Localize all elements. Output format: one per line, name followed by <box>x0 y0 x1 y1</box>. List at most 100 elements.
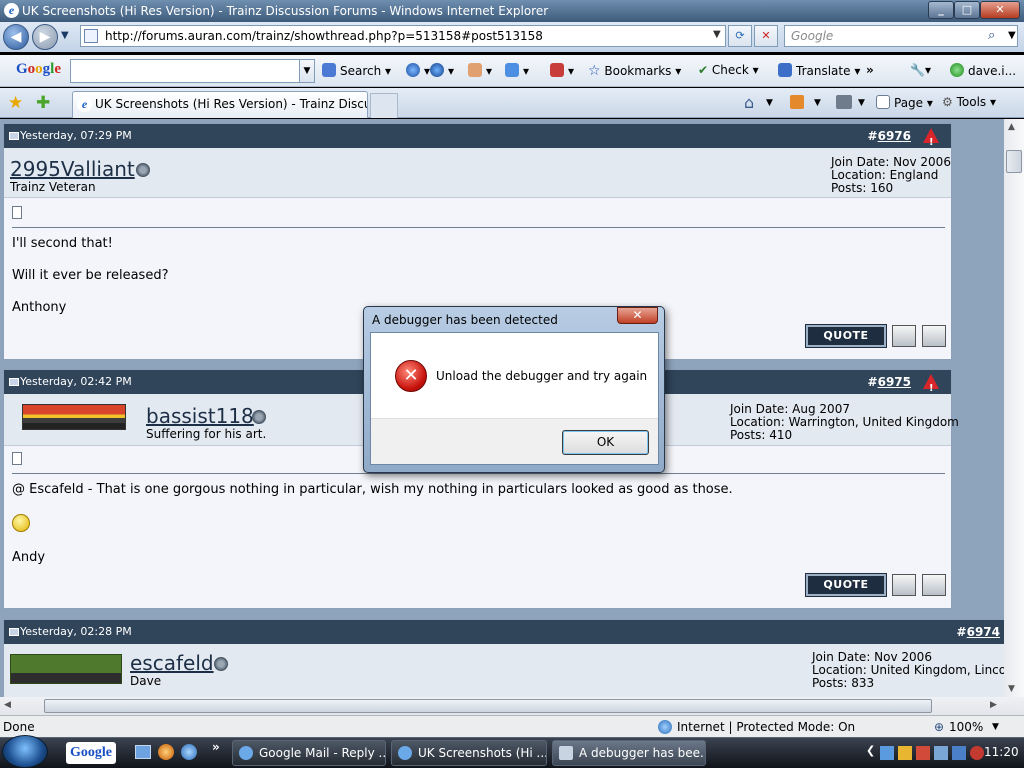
earth-icon[interactable]: ▾ <box>430 63 454 78</box>
home-icon[interactable]: ⌂ <box>744 93 754 112</box>
multi-quote-icon[interactable] <box>892 325 916 347</box>
maximize-button[interactable]: □ <box>954 1 980 19</box>
search-icon[interactable]: ⌕ <box>988 28 995 43</box>
new-tab-button[interactable] <box>370 93 398 118</box>
translate-button[interactable]: Translate ▾ <box>778 63 860 78</box>
vertical-scroll-thumb[interactable] <box>1006 150 1022 173</box>
system-tray <box>880 744 992 762</box>
post-count: Posts: 410 <box>730 428 793 442</box>
quick-reply-icon[interactable] <box>922 574 946 596</box>
wrench-icon[interactable]: 🔧▾ <box>910 63 931 77</box>
scroll-up-icon[interactable]: ▲ <box>1008 122 1015 132</box>
zoom-icon: ⊕ <box>934 720 945 734</box>
report-post-warning-icon[interactable] <box>923 128 939 155</box>
firefox-quicklaunch-icon[interactable] <box>158 744 174 760</box>
security-zone[interactable]: Internet | Protected Mode: On <box>677 720 855 734</box>
ie-logo-icon: e <box>4 3 19 18</box>
google-mail-app-icon <box>239 746 253 760</box>
post-number-link[interactable]: #6976 <box>868 124 911 148</box>
taskbar-item-debugger-dialog[interactable]: A debugger has bee... <box>552 740 706 766</box>
scroll-down-icon[interactable]: ▼ <box>1008 684 1015 694</box>
folder-tray-icon[interactable] <box>898 746 912 760</box>
horizontal-scroll-thumb[interactable] <box>44 699 932 713</box>
bookmark-tool-icon[interactable]: ▾ <box>468 63 492 78</box>
post-status-icon <box>9 378 19 386</box>
forum-post-6974: Yesterday, 02:28 PM #6974 escafeld Dave … <box>3 619 1004 697</box>
ok-button[interactable]: OK <box>562 430 649 455</box>
start-button[interactable] <box>2 735 48 768</box>
user-title: Suffering for his art. <box>146 427 267 441</box>
address-bar[interactable]: http://forums.auran.com/trainz/showthrea… <box>80 25 726 47</box>
smiley-icon <box>12 514 30 532</box>
page-menu-icon <box>876 95 890 109</box>
forward-button[interactable]: ▶ <box>32 24 58 50</box>
zoom-level[interactable]: 100% <box>949 720 983 734</box>
multi-quote-icon[interactable] <box>892 574 916 596</box>
post-date: Yesterday, 07:29 PM <box>20 129 132 142</box>
tab-uk-screenshots[interactable]: UK Screenshots (Hi Res Version) - Trainz… <box>72 91 368 118</box>
plus-icon[interactable]: ▾ <box>505 63 529 78</box>
security-tray-icon[interactable] <box>916 746 930 760</box>
username-link[interactable]: 2995Valliant <box>10 157 135 181</box>
post-line: Will it ever be released? <box>12 268 169 283</box>
add-favorites-icon[interactable]: ✚ <box>36 93 50 113</box>
offline-status-icon <box>252 410 266 424</box>
home-chevron-icon[interactable]: ▼ <box>766 98 773 108</box>
post-number-link[interactable]: #6974 <box>957 620 1000 644</box>
username-link[interactable]: bassist118 <box>146 404 254 428</box>
tools-menu-button[interactable]: ⚙ Tools ▾ <box>942 95 996 109</box>
quick-reply-icon[interactable] <box>922 325 946 347</box>
search-input[interactable]: Google <box>784 25 1018 47</box>
feeds-icon[interactable] <box>790 95 804 109</box>
clock[interactable]: 11:20 <box>984 745 1019 759</box>
account-button[interactable]: dave.i... <box>950 63 1016 78</box>
stop-icon[interactable]: ✕ <box>754 25 778 47</box>
show-desktop-icon[interactable] <box>135 745 151 759</box>
favorites-star-icon[interactable]: ★ <box>8 93 23 113</box>
vertical-scrollbar[interactable] <box>1004 119 1024 697</box>
user-details: Join Date: Nov 2006 Location: England Po… <box>831 156 951 195</box>
refresh-icon[interactable]: ⟳ <box>728 25 752 47</box>
post-line: @ Escafeld - That is one gorgous nothing… <box>12 482 733 497</box>
volume-muted-tray-icon[interactable] <box>970 746 984 760</box>
username-link[interactable]: escafeld <box>130 651 214 675</box>
post-number-link[interactable]: #6975 <box>868 370 911 394</box>
quote-button[interactable]: QUOTE <box>805 573 887 597</box>
globe-icon[interactable]: ▾ <box>406 63 430 78</box>
tray-expand-icon[interactable]: ❮ <box>866 744 875 757</box>
more-tools-button[interactable]: » <box>866 63 874 77</box>
network-tray-icon[interactable] <box>880 746 894 760</box>
print-icon[interactable] <box>836 95 852 109</box>
minimize-button[interactable]: _ <box>928 1 954 19</box>
display-tray-icon[interactable] <box>934 746 948 760</box>
bookmarks-button[interactable]: ☆ Bookmarks ▾ <box>588 63 681 79</box>
star-icon: ☆ <box>588 63 601 79</box>
google-search-dropdown-chevron-icon[interactable]: ▼ <box>299 59 315 83</box>
report-post-warning-icon[interactable] <box>923 374 939 401</box>
back-button[interactable]: ◀ <box>3 24 29 50</box>
taskbar-item-uk-screenshots[interactable]: UK Screenshots (Hi ... <box>391 740 547 766</box>
google-search-input[interactable] <box>70 59 300 83</box>
address-dropdown-chevron-icon[interactable]: ▼ <box>713 29 721 40</box>
quote-button[interactable]: QUOTE <box>805 324 887 348</box>
print-chevron-icon[interactable]: ▼ <box>858 98 865 108</box>
ie-quicklaunch-icon[interactable] <box>181 744 197 760</box>
page-menu-button[interactable]: Page ▾ <box>876 95 933 110</box>
recent-pages-chevron-icon[interactable]: ▼ <box>61 30 69 41</box>
close-window-button[interactable]: ✕ <box>980 1 1020 19</box>
search-options-chevron-icon[interactable]: ▼ <box>1008 30 1016 41</box>
offline-status-icon <box>136 163 150 177</box>
scroll-left-icon[interactable]: ◀ <box>4 700 11 710</box>
quicklaunch-more-button[interactable]: » <box>212 740 220 754</box>
google-search-button[interactable]: Search ▾ <box>322 63 391 78</box>
autofill-icon[interactable]: ▾ <box>550 63 574 78</box>
locomotive-avatar <box>10 654 122 684</box>
scroll-right-icon[interactable]: ▶ <box>990 700 997 710</box>
taskbar-item-google-mail[interactable]: Google Mail - Reply ... <box>232 740 386 766</box>
feeds-chevron-icon[interactable]: ▼ <box>814 98 821 108</box>
google-desktop-search[interactable]: Google <box>66 742 116 764</box>
dialog-close-button[interactable]: ✕ <box>617 307 658 324</box>
spellcheck-button[interactable]: ✔ Check ▾ <box>698 63 759 77</box>
zoom-chevron-icon[interactable]: ▼ <box>992 722 999 732</box>
connection-tray-icon[interactable] <box>952 746 966 760</box>
